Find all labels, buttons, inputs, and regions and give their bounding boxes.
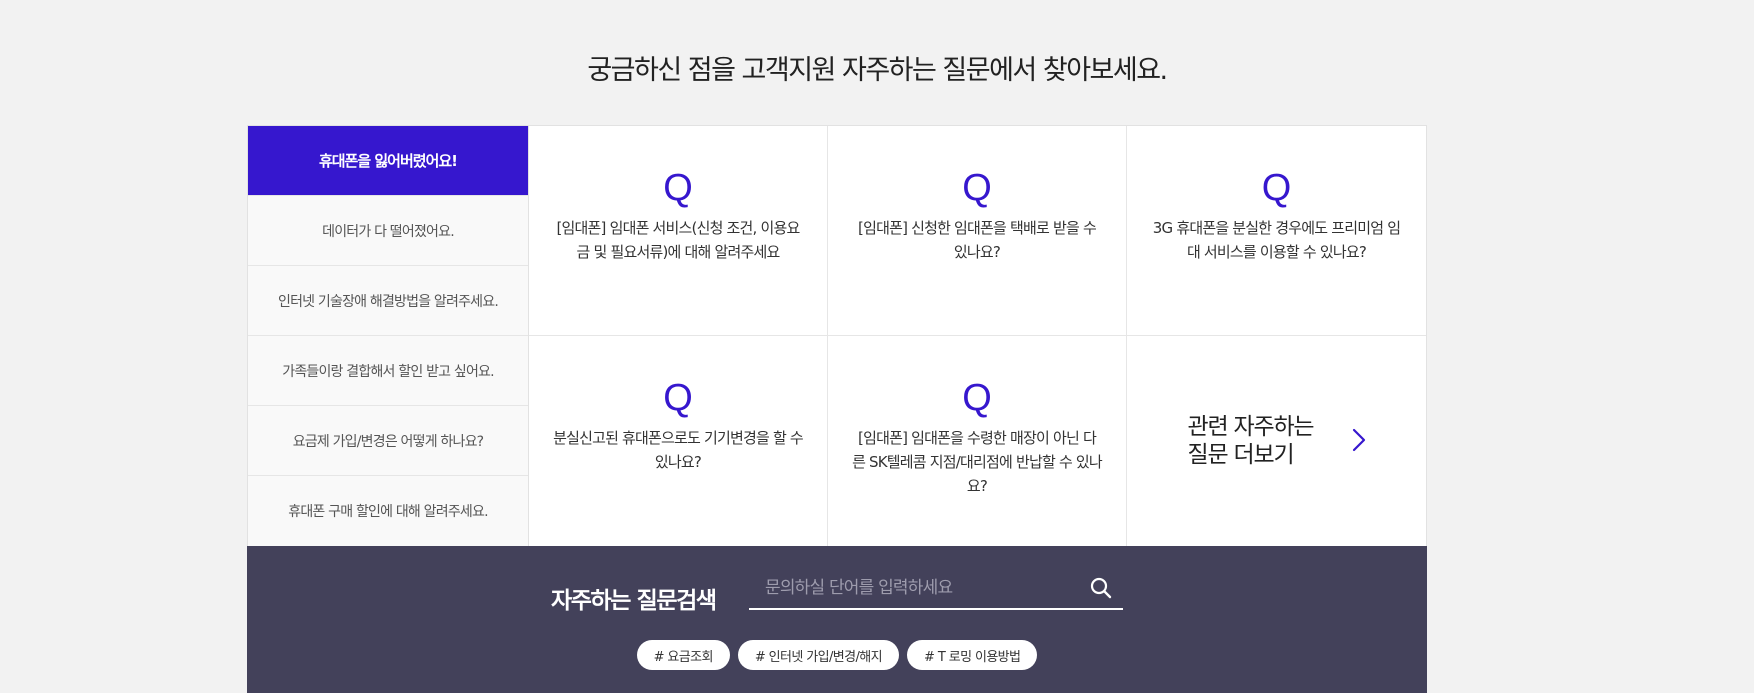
category-menu: 휴대폰을 잃어버렸어요! 데이터가 다 떨어졌어요. 인터넷 기술장애 해결방법… <box>248 126 529 546</box>
search-tags: # 요금조회 # 인터넷 가입/변경/해지 # T 로밍 이용방법 <box>247 640 1427 670</box>
faq-card[interactable]: Q [임대폰] 임대폰 서비스(신청 조건, 이용요금 및 필요서류)에 대해 … <box>529 126 828 336</box>
faq-question: [임대폰] 임대폰을 수령한 매장이 아닌 다른 SK텔레콤 지점/대리점에 반… <box>852 429 1103 495</box>
menu-item-family-discount[interactable]: 가족들이랑 결합해서 할인 받고 싶어요. <box>248 336 528 406</box>
menu-item-plan-change[interactable]: 요금제 가입/변경은 어떻게 하나요? <box>248 406 528 476</box>
search-box <box>749 568 1123 610</box>
faq-more-link[interactable]: 관련 자주하는 질문 더보기 <box>1127 336 1426 546</box>
faq-card[interactable]: Q [임대폰] 신청한 임대폰을 택배로 받을 수 있나요? <box>828 126 1127 336</box>
faq-more-label: 관련 자주하는 질문 더보기 <box>1187 414 1315 468</box>
menu-item-data-exhausted[interactable]: 데이터가 다 떨어졌어요. <box>248 196 528 266</box>
q-mark: Q <box>663 377 693 419</box>
search-title: 자주하는 질문검색 <box>551 588 717 614</box>
q-mark: Q <box>1261 167 1292 209</box>
search-input[interactable] <box>749 568 1079 608</box>
faq-question: [임대폰] 임대폰 서비스(신청 조건, 이용요금 및 필요서류)에 대해 알려… <box>556 219 801 261</box>
menu-item-lost-phone[interactable]: 휴대폰을 잃어버렸어요! <box>248 126 528 196</box>
search-tag-billing[interactable]: # 요금조회 <box>636 640 730 670</box>
faq-card[interactable]: Q 분실신고된 휴대폰으로도 기기변경을 할 수 있나요? <box>529 336 828 546</box>
faq-search-section: 자주하는 질문검색 # 요금조회 # 인터넷 가입/변경/해지 # T 로밍 이… <box>247 546 1427 693</box>
chevron-right-icon <box>1352 428 1366 456</box>
search-tag-roaming[interactable]: # T 로밍 이용방법 <box>907 640 1038 670</box>
faq-question: [임대폰] 신청한 임대폰을 택배로 받을 수 있나요? <box>858 219 1097 261</box>
q-mark: Q <box>962 167 992 209</box>
menu-item-phone-discount[interactable]: 휴대폰 구매 할인에 대해 알려주세요. <box>248 476 528 546</box>
q-mark: Q <box>663 167 693 209</box>
faq-card[interactable]: Q [임대폰] 임대폰을 수령한 매장이 아닌 다른 SK텔레콤 지점/대리점에… <box>828 336 1127 546</box>
faq-card[interactable]: Q 3G 휴대폰을 분실한 경우에도 프리미엄 임대 서비스를 이용할 수 있나… <box>1127 126 1426 336</box>
menu-item-internet-trouble[interactable]: 인터넷 기술장애 해결방법을 알려주세요. <box>248 266 528 336</box>
faq-question: 3G 휴대폰을 분실한 경우에도 프리미엄 임대 서비스를 이용할 수 있나요? <box>1152 219 1401 261</box>
page-heading: 궁금하신 점을 고객지원 자주하는 질문에서 찾아보세요. <box>587 55 1168 86</box>
search-tag-internet[interactable]: # 인터넷 가입/변경/해지 <box>737 640 900 670</box>
faq-question: 분실신고된 휴대폰으로도 기기변경을 할 수 있나요? <box>553 429 804 471</box>
q-mark: Q <box>962 377 992 419</box>
faq-board: 휴대폰을 잃어버렸어요! 데이터가 다 떨어졌어요. 인터넷 기술장애 해결방법… <box>247 125 1427 547</box>
search-icon[interactable] <box>1079 568 1123 608</box>
faq-grid: Q [임대폰] 임대폰 서비스(신청 조건, 이용요금 및 필요서류)에 대해 … <box>529 126 1426 546</box>
